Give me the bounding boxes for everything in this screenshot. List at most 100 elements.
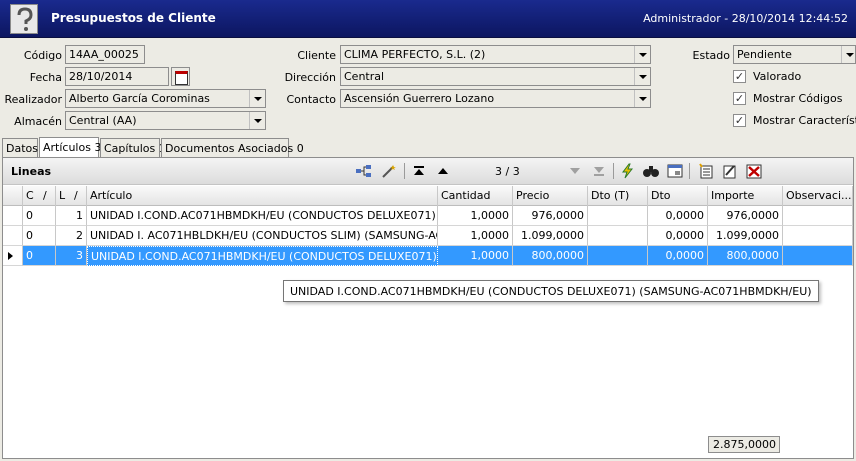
- cell-precio[interactable]: 976,0000: [513, 206, 588, 226]
- column-header-l-sort[interactable]: /: [71, 186, 87, 206]
- lightning-icon[interactable]: [619, 163, 637, 179]
- contacto-dropdown[interactable]: Ascensión Guerrero Lozano: [340, 89, 651, 108]
- chevron-down-icon[interactable]: [634, 68, 650, 85]
- grid-header: C / L / Artículo Cantidad Precio Dto (T)…: [3, 186, 853, 206]
- chevron-down-icon[interactable]: [249, 112, 265, 129]
- cell-dto[interactable]: 0,0000: [648, 246, 708, 266]
- mostrar-caracteristicas-checkbox[interactable]: ✓: [733, 114, 746, 127]
- cell-dto[interactable]: 0,0000: [648, 226, 708, 246]
- help-question-icon: [10, 4, 38, 34]
- cell-precio[interactable]: 800,0000: [513, 246, 588, 266]
- cell-observaciones[interactable]: [783, 206, 853, 226]
- column-header-dto-t[interactable]: Dto (T): [588, 186, 648, 206]
- cell-articulo[interactable]: UNIDAD I. AC071HBLDKH/EU (CONDUCTOS SLIM…: [87, 226, 438, 246]
- articles-panel: Lineas 3 / 3 C / L / Artículo Cantidad P…: [2, 157, 854, 459]
- column-header-c[interactable]: C: [23, 186, 40, 206]
- edit-record-icon[interactable]: [721, 163, 739, 179]
- magic-wand-icon[interactable]: [380, 163, 398, 179]
- window-title: Presupuestos de Cliente: [51, 11, 216, 25]
- contacto-label: Contacto: [286, 93, 336, 106]
- cell-c: 0: [23, 206, 56, 226]
- cell-l: 2: [56, 226, 87, 246]
- direccion-dropdown[interactable]: Central: [340, 67, 651, 86]
- realizador-dropdown[interactable]: Alberto García Corominas: [65, 89, 266, 108]
- cell-observaciones[interactable]: [783, 246, 853, 266]
- cell-c: 0: [23, 246, 56, 266]
- estado-label: Estado: [692, 49, 730, 62]
- chevron-down-icon[interactable]: [634, 46, 650, 63]
- tree-structure-icon[interactable]: [355, 163, 373, 179]
- cell-cantidad[interactable]: 1,0000: [438, 226, 513, 246]
- column-header-precio[interactable]: Precio: [513, 186, 588, 206]
- cell-dto-t[interactable]: [588, 226, 648, 246]
- table-row[interactable]: 0 1 UNIDAD I.COND.AC071HBMDKH/EU (CONDUC…: [3, 206, 853, 226]
- row-indicator: [3, 206, 23, 226]
- cell-observaciones[interactable]: [783, 226, 853, 246]
- cliente-dropdown[interactable]: CLIMA PERFECTO, S.L. (2): [340, 45, 651, 64]
- last-record-icon[interactable]: [590, 163, 608, 179]
- chevron-down-icon[interactable]: [841, 46, 855, 63]
- almacen-label: Almacén: [14, 115, 62, 128]
- toolbar-separator: [689, 163, 690, 179]
- column-header-c-sort[interactable]: /: [40, 186, 56, 206]
- valorado-checkbox[interactable]: ✓: [733, 70, 746, 83]
- previous-record-icon[interactable]: [434, 163, 452, 179]
- cell-precio[interactable]: 1.099,0000: [513, 226, 588, 246]
- direccion-label: Dirección: [284, 71, 336, 84]
- cell-c: 0: [23, 226, 56, 246]
- toolbar-separator: [404, 163, 405, 179]
- cell-importe[interactable]: 1.099,0000: [708, 226, 783, 246]
- chevron-down-icon[interactable]: [249, 90, 265, 107]
- cell-cantidad[interactable]: 1,0000: [438, 246, 513, 266]
- new-record-icon[interactable]: [697, 163, 715, 179]
- mostrar-caracteristicas-label: Mostrar Características: [753, 114, 856, 127]
- fecha-field[interactable]: 28/10/2014: [65, 67, 169, 86]
- table-row[interactable]: 0 2 UNIDAD I. AC071HBLDKH/EU (CONDUCTOS …: [3, 226, 853, 246]
- current-row-arrow-icon: [8, 252, 13, 260]
- estado-dropdown[interactable]: Pendiente: [733, 45, 856, 64]
- title-bar: Presupuestos de Cliente Administrador - …: [0, 0, 856, 38]
- column-header-articulo[interactable]: Artículo: [87, 186, 438, 206]
- user-datetime-info: Administrador - 28/10/2014 12:44:52: [643, 12, 848, 25]
- estado-value: Pendiente: [737, 48, 792, 61]
- column-header-l[interactable]: L: [56, 186, 71, 206]
- cell-articulo[interactable]: UNIDAD I.COND.AC071HBMDKH/EU (CONDUCTOS …: [87, 246, 438, 266]
- column-header-dto[interactable]: Dto: [648, 186, 708, 206]
- cell-importe[interactable]: 800,0000: [708, 246, 783, 266]
- tab-capitulos[interactable]: Capítulos 1: [100, 138, 166, 157]
- lines-title: Lineas: [11, 165, 52, 178]
- next-record-icon[interactable]: [566, 163, 584, 179]
- mostrar-codigos-label: Mostrar Códigos: [753, 92, 843, 105]
- column-header-observaciones[interactable]: Observaci...: [783, 186, 853, 206]
- tab-documentos-asociados[interactable]: Documentos Asociados 0: [161, 138, 304, 157]
- cell-dto-t[interactable]: [588, 206, 648, 226]
- tab-datos[interactable]: Datos: [2, 138, 38, 157]
- cell-importe[interactable]: 976,0000: [708, 206, 783, 226]
- calendar-icon[interactable]: [171, 67, 190, 86]
- chevron-down-icon[interactable]: [634, 90, 650, 107]
- valorado-label: Valorado: [753, 70, 802, 83]
- row-indicator-header: [3, 186, 23, 206]
- first-record-icon[interactable]: [410, 163, 428, 179]
- table-row-selected[interactable]: 0 3 UNIDAD I.COND.AC071HBMDKH/EU (CONDUC…: [3, 246, 853, 266]
- almacen-dropdown[interactable]: Central (AA): [65, 111, 266, 130]
- direccion-value: Central: [344, 70, 385, 83]
- realizador-value: Alberto García Corominas: [69, 92, 210, 105]
- lines-toolbar: Lineas 3 / 3: [3, 158, 853, 185]
- cell-cantidad[interactable]: 1,0000: [438, 206, 513, 226]
- row-indicator: [3, 226, 23, 246]
- mostrar-codigos-checkbox[interactable]: ✓: [733, 92, 746, 105]
- fecha-label: Fecha: [29, 71, 62, 84]
- cell-articulo[interactable]: UNIDAD I.COND.AC071HBMDKH/EU (CONDUCTOS …: [87, 206, 438, 226]
- cell-dto-t[interactable]: [588, 246, 648, 266]
- binoculars-icon[interactable]: [642, 163, 660, 179]
- cell-dto[interactable]: 0,0000: [648, 206, 708, 226]
- codigo-label: Código: [23, 49, 62, 62]
- tab-articulos[interactable]: Artículos 3: [39, 137, 101, 157]
- codigo-field[interactable]: 14AA_00025: [65, 45, 145, 64]
- window-view-icon[interactable]: [666, 163, 684, 179]
- column-header-cantidad[interactable]: Cantidad: [438, 186, 513, 206]
- delete-record-icon[interactable]: [745, 163, 763, 179]
- realizador-label: Realizador: [4, 93, 62, 106]
- column-header-importe[interactable]: Importe: [708, 186, 783, 206]
